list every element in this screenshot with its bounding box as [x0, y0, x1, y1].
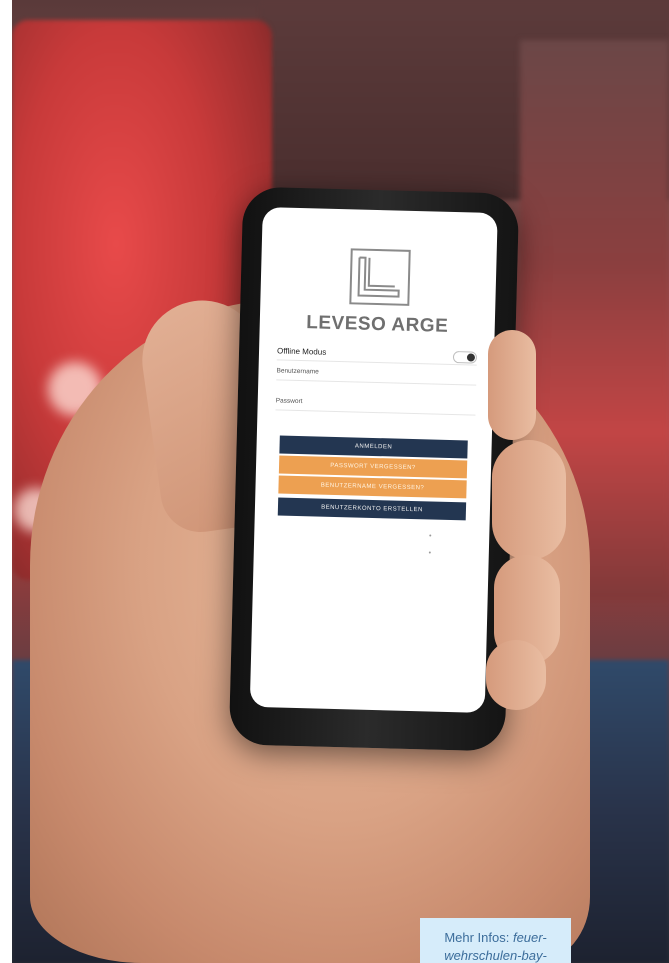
offline-mode-row[interactable]: Offline Modus	[276, 343, 478, 366]
offline-mode-label: Offline Modus	[276, 346, 327, 357]
forgot-password-button[interactable]: PASSWORT VERGESSEN?	[278, 455, 468, 479]
finger	[488, 330, 536, 440]
screen-dot	[429, 534, 432, 537]
page-margin	[0, 0, 12, 963]
offline-mode-toggle[interactable]	[452, 351, 478, 364]
screen-dot	[428, 551, 431, 554]
info-prefix: Mehr Infos:	[444, 930, 513, 945]
login-button[interactable]: ANMELDEN	[279, 435, 468, 459]
forgot-username-button[interactable]: BENUTZERNAME VERGESSEN?	[278, 475, 467, 499]
logo-title: LEVESO ARGE	[306, 312, 449, 337]
smartphone: LEVESO ARGE Offline Modus Benutzername P…	[228, 186, 520, 752]
leveso-logo-icon	[349, 248, 411, 306]
photo-background: LEVESO ARGE Offline Modus Benutzername P…	[0, 0, 669, 963]
create-account-button[interactable]: BENUTZERKONTO ERSTELLEN	[277, 497, 467, 521]
password-field[interactable]: Passwort	[275, 393, 476, 416]
info-caption-box: Mehr Infos: feuer-wehrschulen-bay-	[420, 918, 571, 963]
username-field[interactable]: Benutzername	[276, 363, 477, 386]
phone-screen: LEVESO ARGE Offline Modus Benutzername P…	[249, 206, 498, 713]
info-caption: Mehr Infos: feuer-wehrschulen-bay-	[420, 918, 571, 963]
finger	[486, 640, 546, 710]
finger	[492, 440, 566, 560]
